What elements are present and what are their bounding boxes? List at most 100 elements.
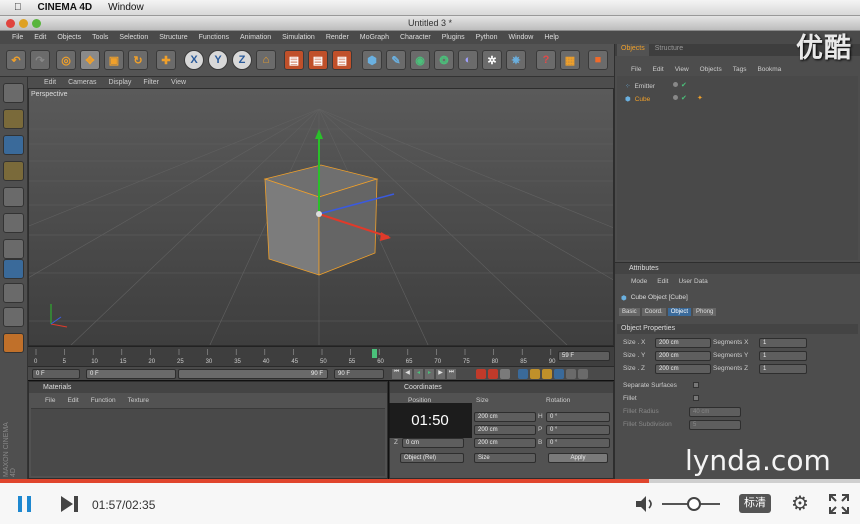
enabled-check-icon[interactable]: ✔ <box>681 94 687 102</box>
viewport-menu-cameras[interactable]: Cameras <box>68 79 96 86</box>
viewport-menu-view[interactable]: View <box>171 79 186 86</box>
minimize-window-button[interactable] <box>19 19 28 28</box>
menu-mograph[interactable]: MoGraph <box>360 34 389 41</box>
objmgr-menu-view[interactable]: View <box>675 66 689 73</box>
segments-x-field[interactable]: 1 <box>759 338 807 348</box>
move-tool-icon[interactable]: ✥ <box>80 50 100 70</box>
apply-button[interactable]: Apply <box>548 453 608 463</box>
coord-rot-h-field[interactable]: 0 ° <box>546 412 610 422</box>
size-x-field[interactable]: 200 cm <box>655 338 711 348</box>
pause-icon[interactable] <box>17 496 33 512</box>
attr-tab-phong[interactable]: Phong <box>693 308 717 316</box>
menu-file[interactable]: File <box>12 34 23 41</box>
materials-menu-file[interactable]: File <box>45 397 55 404</box>
scale-tool-icon[interactable]: ▣ <box>104 50 124 70</box>
menu-python[interactable]: Python <box>476 34 498 41</box>
recent-tools-icon[interactable]: ✚ <box>156 50 176 70</box>
close-window-button[interactable] <box>6 19 15 28</box>
undo-icon[interactable]: ↶ <box>6 50 26 70</box>
cube-object[interactable] <box>263 164 379 276</box>
materials-menu-texture[interactable]: Texture <box>128 397 149 404</box>
menu-help[interactable]: Help <box>544 34 558 41</box>
menu-objects[interactable]: Objects <box>57 34 81 41</box>
menu-tools[interactable]: Tools <box>92 34 108 41</box>
prev-key-icon[interactable]: ◀ <box>403 369 412 379</box>
attr-tab-object[interactable]: Object <box>667 308 692 316</box>
menu-window[interactable]: Window <box>508 34 533 41</box>
menu-character[interactable]: Character <box>400 34 431 41</box>
attr-tab-basic[interactable]: Basic <box>619 308 640 316</box>
menu-animation[interactable]: Animation <box>240 34 271 41</box>
size-z-field[interactable]: 200 cm <box>655 364 711 374</box>
timeline-ruler[interactable]: 0 5 10 15 20 25 30 35 40 45 50 55 60 65 70 75 80 85 90 59 … <box>28 346 614 366</box>
app-menu[interactable]: CINEMA 4D <box>38 2 93 13</box>
workplane-icon[interactable] <box>3 161 24 181</box>
menu-functions[interactable]: Functions <box>199 34 229 41</box>
subdivision-surface-icon[interactable]: ◉ <box>410 50 430 70</box>
tweak-icon[interactable] <box>3 333 24 353</box>
attr-menu-userdata[interactable]: User Data <box>678 278 707 285</box>
timeline-menu-icon[interactable] <box>578 369 588 379</box>
edges-mode-icon[interactable] <box>3 213 24 233</box>
checker-icon[interactable] <box>3 283 24 303</box>
next-key-icon[interactable]: ▶ <box>436 369 445 379</box>
pla-key-icon[interactable] <box>566 369 576 379</box>
fillet-checkbox[interactable] <box>693 395 699 401</box>
autokey-icon[interactable] <box>488 369 498 379</box>
record-icon[interactable] <box>476 369 486 379</box>
perspective-viewport[interactable]: Perspective <box>28 88 614 346</box>
points-mode-icon[interactable] <box>3 187 24 207</box>
render-view-icon[interactable]: ▤ <box>284 50 304 70</box>
objmgr-menu-objects[interactable]: Objects <box>700 66 722 73</box>
fullscreen-expand-icon[interactable] <box>829 494 849 514</box>
coord-rot-p-field[interactable]: 0 ° <box>546 425 610 435</box>
segments-z-field[interactable]: 1 <box>759 364 807 374</box>
y-axis-lock-button[interactable]: Y <box>208 50 228 70</box>
spline-pen-icon[interactable]: ✎ <box>386 50 406 70</box>
end-frame-field[interactable]: 90 F <box>334 369 384 379</box>
current-frame-field[interactable]: 0 F <box>32 369 80 379</box>
preview-min-field[interactable]: 0 F <box>86 369 176 379</box>
array-icon[interactable]: ❂ <box>434 50 454 70</box>
cube-primitive-icon[interactable]: ⬢ <box>362 50 382 70</box>
coord-size-z-field[interactable]: 200 cm <box>474 438 536 448</box>
object-row-cube[interactable]: ⬢ Cube <box>625 94 650 104</box>
visibility-dot[interactable] <box>673 82 678 87</box>
frame-field[interactable]: 59 F <box>558 351 610 361</box>
attr-menu-mode[interactable]: Mode <box>631 278 647 285</box>
live-selection-icon[interactable]: ◎ <box>56 50 76 70</box>
volume-icon[interactable] <box>634 495 656 513</box>
scene-icon[interactable]: ✲ <box>482 50 502 70</box>
preview-max-field[interactable]: 90 F <box>178 369 328 379</box>
camera-icon[interactable]: ✵ <box>506 50 526 70</box>
coord-size-mode-dropdown[interactable]: Size <box>474 453 536 463</box>
size-y-field[interactable]: 200 cm <box>655 351 711 361</box>
goto-start-icon[interactable]: ⏮ <box>392 369 401 379</box>
polygons-mode-icon[interactable] <box>3 239 24 259</box>
apple-icon[interactable]:  <box>14 2 22 13</box>
objmgr-menu-bookmarks[interactable]: Bookma <box>757 66 781 73</box>
scale-key-icon[interactable] <box>530 369 540 379</box>
x-axis-lock-button[interactable]: X <box>184 50 204 70</box>
attr-menu-edit[interactable]: Edit <box>657 278 668 285</box>
coord-pos-z-field[interactable]: 0 cm <box>402 438 464 448</box>
keyframe-selection-icon[interactable] <box>500 369 510 379</box>
materials-menu-function[interactable]: Function <box>91 397 116 404</box>
render-settings-icon[interactable]: ▤ <box>332 50 352 70</box>
z-axis-lock-button[interactable]: Z <box>232 50 252 70</box>
viewport-menu-display[interactable]: Display <box>108 79 131 86</box>
render-picture-viewer-icon[interactable]: ▤ <box>308 50 328 70</box>
coordinate-system-icon[interactable]: ⌂ <box>256 50 276 70</box>
objmgr-menu-edit[interactable]: Edit <box>652 66 663 73</box>
fullscreen-icon[interactable]: ■ <box>588 50 608 70</box>
rot-key-icon[interactable] <box>542 369 552 379</box>
play-backward-icon[interactable]: ◂ <box>414 369 423 379</box>
materials-menu-edit[interactable]: Edit <box>67 397 78 404</box>
menu-edit[interactable]: Edit <box>34 34 46 41</box>
zoom-window-button[interactable] <box>32 19 41 28</box>
redo-icon[interactable]: ↷ <box>30 50 50 70</box>
snap-icon[interactable] <box>3 307 24 327</box>
help-icon[interactable]: ? <box>536 50 556 70</box>
next-icon[interactable] <box>59 495 81 513</box>
menu-plugins[interactable]: Plugins <box>442 34 465 41</box>
